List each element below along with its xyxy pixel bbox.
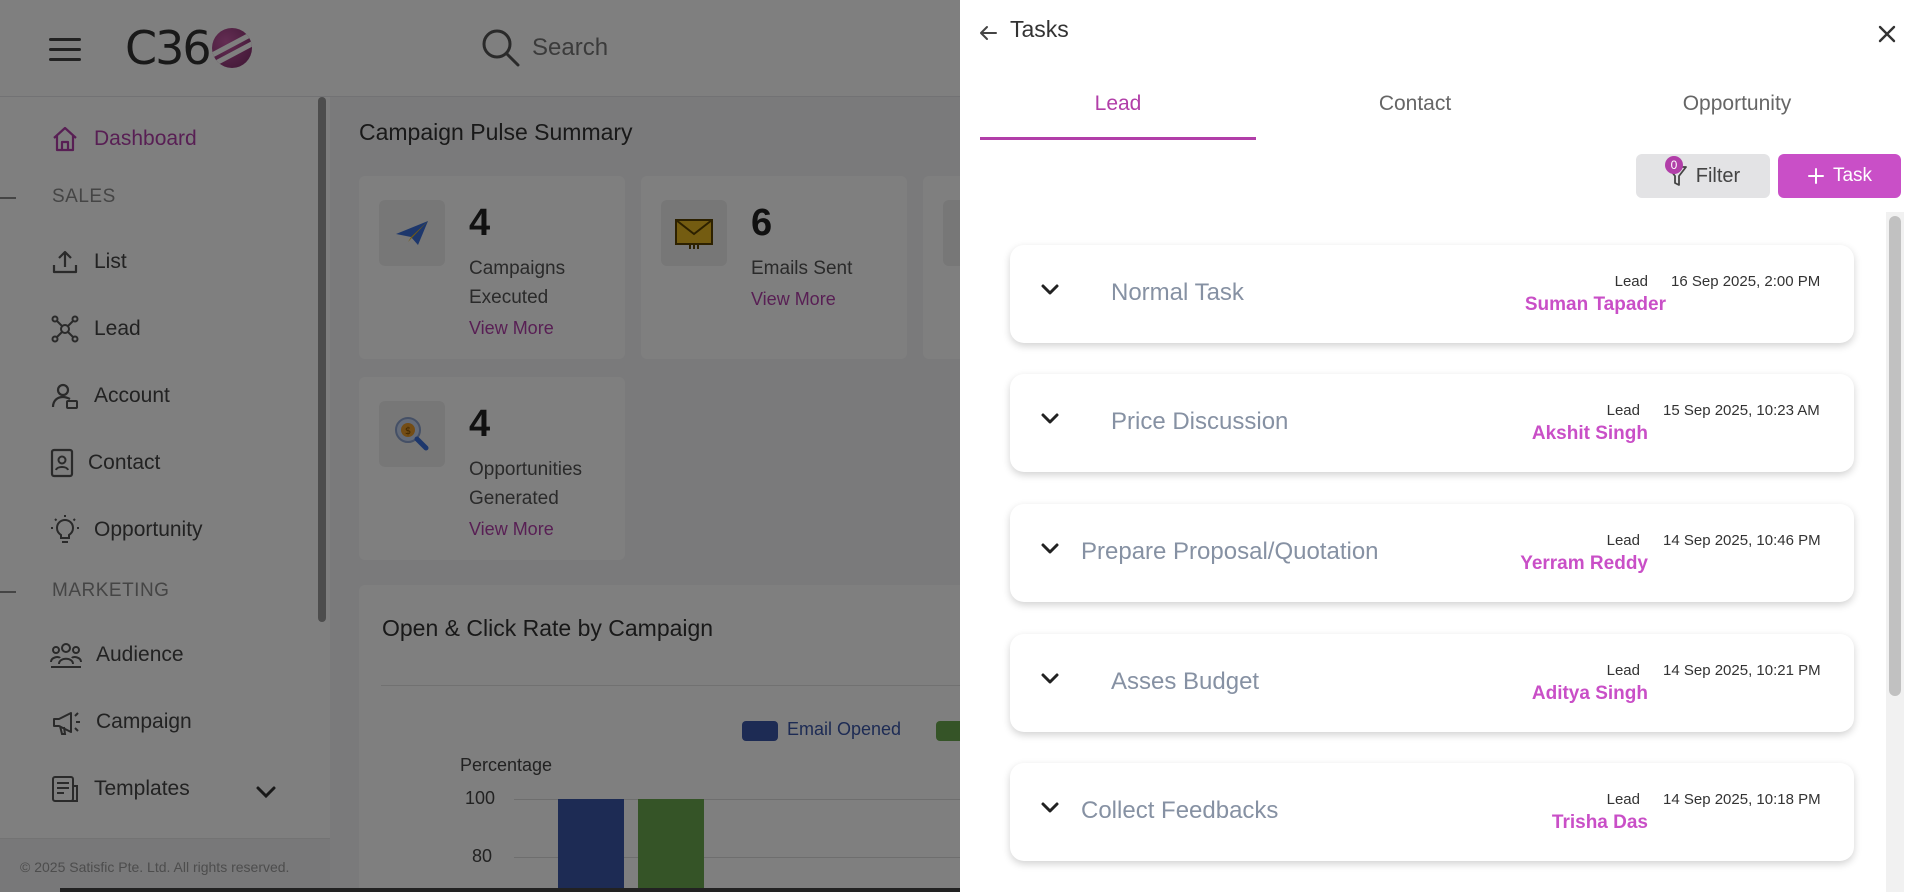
back-arrow-icon[interactable] [978,24,998,42]
task-card[interactable]: Collect Feedbacks Lead 14 Sep 2025, 10:1… [1010,763,1854,861]
tab-lead[interactable]: Lead [980,78,1256,140]
task-type: Lead [1606,402,1640,419]
task-name: Prepare Proposal/Quotation [1081,538,1379,565]
tab-contact[interactable]: Contact [1270,78,1560,140]
task-date: 15 Sep 2025, 10:23 AM [1663,402,1820,419]
add-task-button[interactable]: Task [1778,154,1901,198]
filter-label: Filter [1695,164,1741,187]
drawer-title: Tasks [1010,16,1069,42]
bottom-edge [60,888,960,892]
filter-button[interactable]: 0 Filter [1636,154,1770,198]
chevron-down-icon[interactable] [1040,283,1060,297]
chevron-down-icon[interactable] [1040,412,1060,426]
tasks-tabs: Lead Contact Opportunity [980,78,1900,140]
task-date: 14 Sep 2025, 10:18 PM [1663,791,1821,808]
tab-label: Lead [1094,92,1142,115]
task-card[interactable]: Price Discussion Lead 15 Sep 2025, 10:23… [1010,374,1854,472]
active-tab-indicator [980,137,1256,140]
task-name: Price Discussion [1111,408,1289,435]
task-date: 14 Sep 2025, 10:21 PM [1663,662,1821,679]
tab-opportunity[interactable]: Opportunity [1592,78,1882,140]
tasks-drawer: Tasks Lead Contact Opportunity 0 Filter … [960,0,1918,892]
close-icon[interactable] [1875,22,1899,46]
task-owner[interactable]: Yerram Reddy [1440,553,1648,575]
tasks-scrollbar-thumb[interactable] [1889,216,1901,696]
add-task-label: Task [1832,165,1873,186]
task-card[interactable]: Prepare Proposal/Quotation Lead 14 Sep 2… [1010,504,1854,602]
drawer-header: Tasks [978,16,1069,43]
task-owner[interactable]: Suman Tapader [1470,294,1666,316]
task-type: Lead [1606,662,1640,679]
tab-label: Opportunity [1682,92,1792,115]
task-type: Lead [1606,791,1640,808]
task-card[interactable]: Normal Task Lead 16 Sep 2025, 2:00 PM Su… [1010,245,1854,343]
task-date: 14 Sep 2025, 10:46 PM [1663,532,1821,549]
filter-count-badge: 0 [1665,156,1683,174]
task-owner[interactable]: Trisha Das [1440,812,1648,834]
task-card[interactable]: Asses Budget Lead 14 Sep 2025, 10:21 PM … [1010,634,1854,732]
task-name: Normal Task [1111,279,1244,306]
tab-label: Contact [1378,92,1452,115]
chevron-down-icon[interactable] [1040,801,1060,815]
task-type: Lead [1606,532,1640,549]
task-name: Collect Feedbacks [1081,797,1279,824]
task-date: 16 Sep 2025, 2:00 PM [1671,273,1821,290]
task-owner[interactable]: Akshit Singh [1440,423,1648,445]
task-type: Lead [1614,273,1648,290]
chevron-down-icon[interactable] [1040,542,1060,556]
task-name: Asses Budget [1111,668,1260,695]
chevron-down-icon[interactable] [1040,672,1060,686]
task-owner[interactable]: Aditya Singh [1440,683,1648,705]
plus-icon [1807,168,1824,184]
